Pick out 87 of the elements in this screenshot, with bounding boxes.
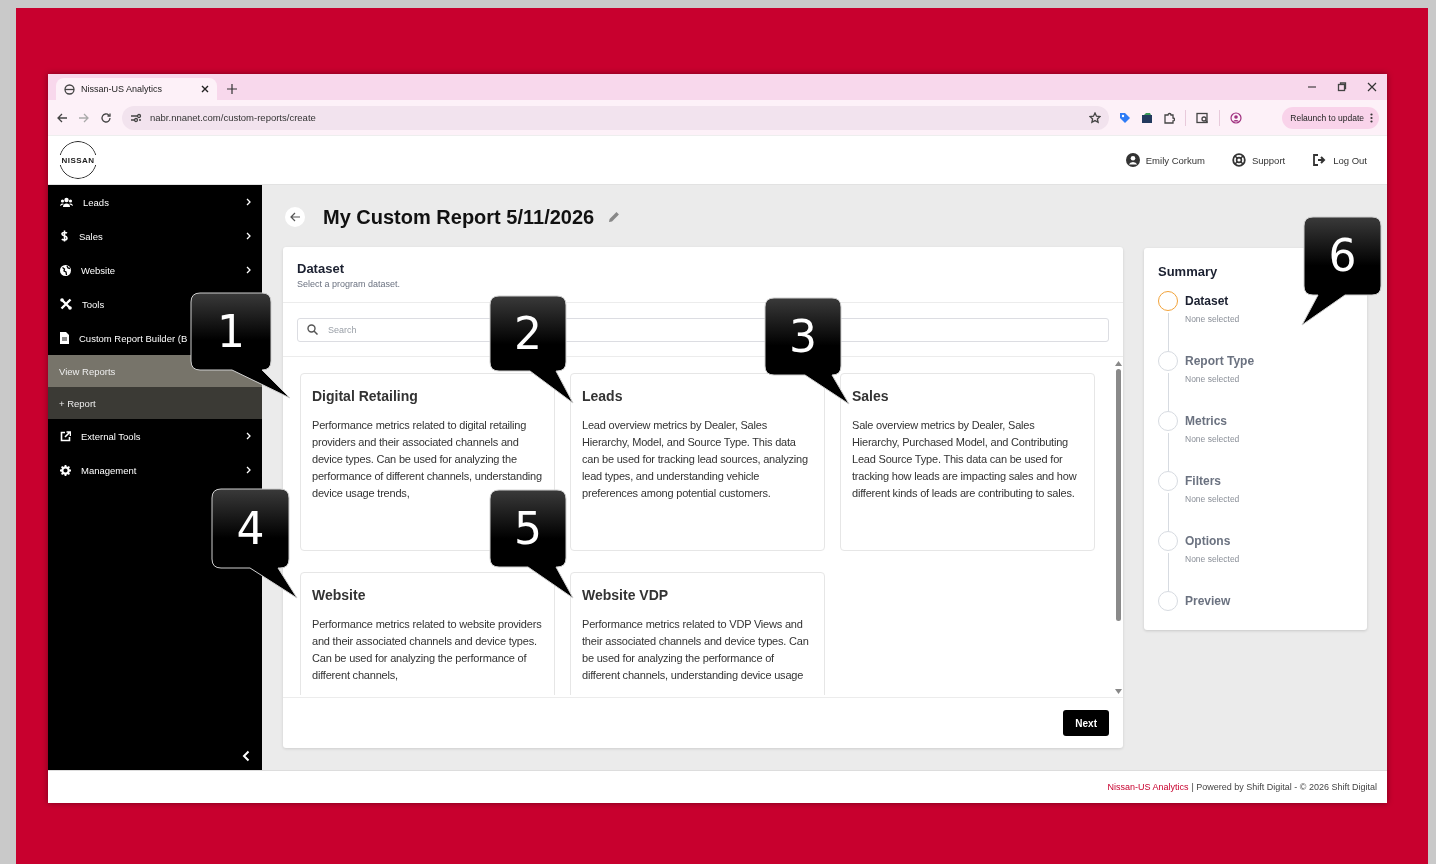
step-detail: None selected [1185, 554, 1240, 564]
profile-icon [1230, 111, 1242, 124]
step-label[interactable]: Filters [1185, 474, 1240, 488]
back-arrow-icon [289, 212, 301, 222]
collapse-icon [242, 750, 250, 762]
dataset-card[interactable]: Website VDP Performance metrics related to VDP Views and their associated channels and device types. Can be used for analyzing the performance of different channels, understanding device usage [570, 572, 825, 695]
step-detail: None selected [1185, 434, 1240, 444]
scroll-up-icon[interactable] [1114, 361, 1122, 366]
globe-icon [64, 83, 75, 95]
card-title: Sales [852, 388, 890, 404]
people-icon [60, 196, 73, 208]
back-icon [56, 111, 68, 124]
logout-icon [1312, 153, 1328, 167]
sidebar-item[interactable]: Sales [60, 230, 103, 242]
globe-icon [60, 264, 71, 276]
callout-number: 6 [1328, 234, 1357, 278]
dollar-icon [60, 230, 69, 242]
step-detail: None selected [1185, 494, 1240, 504]
gear-icon [60, 464, 71, 476]
restore-icon [1337, 82, 1347, 92]
step-label[interactable]: Options [1185, 534, 1240, 548]
dataset-card[interactable] [840, 373, 1095, 551]
header-link[interactable]: Emily Corkum [1125, 153, 1205, 167]
card-description: Performance metrics related to VDP Views and their associated channels and device types. Can be used for analyzing the performance of different channels, understanding device usage [582, 617, 810, 683]
browser-tab[interactable]: Nissan-US Analytics [56, 78, 217, 100]
lifebuoy-icon [1231, 153, 1246, 167]
callout-number: 5 [514, 506, 542, 551]
footer-text: | Powered by Shift Digital - © 2026 Shift Digital [1191, 782, 1377, 792]
header-link[interactable]: Support [1231, 153, 1286, 167]
puzzle-icon [1163, 111, 1175, 124]
document-icon [60, 332, 69, 344]
chevron-right-icon [246, 466, 251, 474]
back-button[interactable] [285, 207, 305, 227]
footer-link[interactable]: Nissan-US Analytics [1107, 782, 1189, 792]
sidebar-item[interactable]: Leads [60, 196, 109, 208]
brand-logo: NISSAN [54, 139, 102, 181]
address-bar[interactable]: nabr.nnanet.com/custom-reports/create [122, 105, 1109, 130]
close-icon [1367, 82, 1377, 92]
edit-pencil-icon [608, 211, 621, 223]
chevron-right-icon [246, 432, 251, 440]
card-title: Website VDP [582, 587, 670, 603]
callout-number: 1 [217, 309, 245, 354]
tab-search-icon [1196, 111, 1209, 124]
sidebar-item[interactable]: Custom Report Builder (B [60, 332, 188, 344]
callout-number: 4 [236, 506, 265, 551]
sidebar-item[interactable]: Website [60, 264, 116, 276]
person-icon [1125, 153, 1140, 167]
panel-title: Dataset [297, 261, 345, 276]
step-detail: None selected [1185, 314, 1240, 324]
reload-icon [100, 111, 112, 124]
card-title: Digital Retailing [312, 388, 419, 404]
tag-icon [1119, 111, 1131, 124]
sidebar-item[interactable]: External Tools [60, 430, 141, 442]
page-title: My Custom Report 5/11/2026 [323, 205, 595, 229]
card-title: Website [312, 587, 367, 603]
relaunch-button[interactable]: Relaunch to update [1282, 106, 1379, 129]
card-description: Performance metrics related to website providers and their associated channels and device types. Can be used for analyzing the performance of different channels, [312, 617, 543, 683]
panel-subtitle: Select a program dataset. [297, 279, 402, 289]
next-button[interactable]: Next [1063, 710, 1109, 736]
star-icon [1089, 111, 1101, 124]
step-detail: None selected [1185, 374, 1241, 384]
external-link-icon [60, 430, 71, 442]
sidebar-subitem[interactable]: + Report [48, 387, 262, 419]
sidebar-item[interactable]: Tools [60, 298, 105, 310]
site-settings-icon [130, 112, 142, 123]
forward-icon [78, 111, 90, 124]
close-icon [201, 85, 209, 93]
chevron-right-icon [246, 232, 251, 240]
scroll-down-icon[interactable] [1114, 689, 1122, 694]
folder-icon [1141, 111, 1153, 124]
step-label[interactable]: Report Type [1185, 354, 1255, 368]
card-description: Lead overview metrics by Dealer, Sales Hierarchy, Model, and Source Type. This data can be used for tracking lead sources, analyzing lead types, and understanding vehicle preferences among potential customers. [582, 418, 809, 501]
search-icon [307, 324, 318, 335]
step-label[interactable]: Metrics [1185, 414, 1240, 428]
chevron-right-icon [246, 266, 251, 274]
header-link[interactable]: Log Out [1312, 153, 1367, 167]
step-label[interactable]: Dataset [1185, 294, 1240, 308]
card-description: Performance metrics related to digital retailing providers and their associated channels and device types. Can be used for analyzing the performance of different channels, understanding device usage trends, [312, 418, 543, 501]
plus-icon [227, 84, 237, 94]
more-icon [1370, 112, 1373, 123]
card-description: Sale overview metrics by Dealer, Sales Hierarchy, Purchased Model, and Contributing Lead Source Type. This data can be used for tracking how leads are impacting sales and how different kinds of leads are contributing to sales. [852, 418, 1078, 501]
summary-title: Summary [1158, 264, 1219, 279]
step-label[interactable]: Preview [1185, 594, 1231, 608]
chevron-right-icon [246, 198, 251, 206]
tools-icon [60, 298, 72, 310]
card-title: Leads [582, 388, 624, 404]
sidebar-item[interactable]: Management [60, 464, 137, 476]
